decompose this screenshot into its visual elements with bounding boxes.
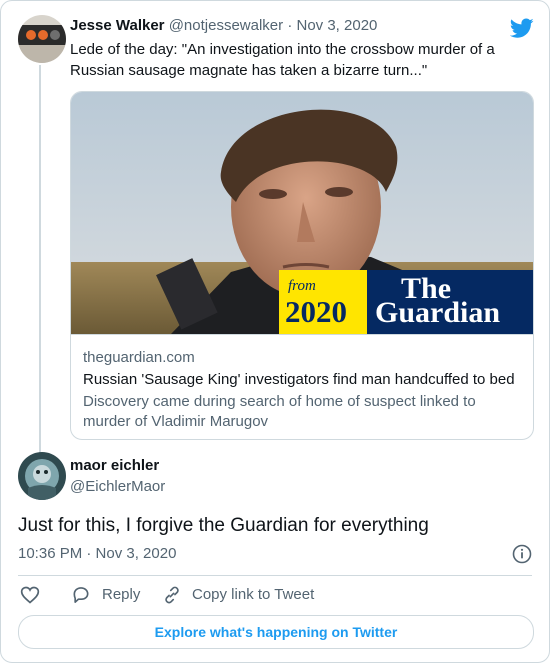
reply-timestamp[interactable]: 10:36 PM · Nov 3, 2020 <box>18 545 176 562</box>
link-title[interactable]: Russian 'Sausage King' investigators fin… <box>83 370 523 390</box>
tweet-date[interactable]: Nov 3, 2020 <box>296 17 377 34</box>
link-description: Discovery came during search of home of … <box>83 393 476 430</box>
avatar-jesse-walker[interactable] <box>18 15 66 63</box>
reply-icon <box>71 585 91 610</box>
link-icon <box>162 585 182 610</box>
tweet-header: Jesse Walker @notjessewalker · Nov 3, 20… <box>70 17 500 34</box>
link-preview-card[interactable]: from 2020 The Guardian theguardian.com R… <box>70 91 534 440</box>
info-icon[interactable] <box>512 544 532 569</box>
reply-text: Just for this, I forgive the Guardian fo… <box>18 515 429 536</box>
reply-author-handle[interactable]: @EichlerMaor <box>70 478 165 495</box>
explore-twitter-button[interactable]: Explore what's happening on Twitter <box>18 615 534 649</box>
tweet-text: Lede of the day: "An investigation into … <box>70 41 495 79</box>
reply-label: Reply <box>102 586 141 603</box>
badge-year-text: 2020 <box>285 294 347 329</box>
header-separator: · <box>287 17 293 34</box>
guardian-logo-name: Guardian <box>375 296 501 329</box>
author-handle[interactable]: @notjessewalker <box>169 17 283 34</box>
badge-from-text: from <box>288 278 316 294</box>
embedded-tweet-card: Jesse Walker @notjessewalker · Nov 3, 20… <box>0 0 550 663</box>
link-domain: theguardian.com <box>83 349 195 366</box>
reply-author-name[interactable]: maor eichler <box>70 457 159 474</box>
author-name[interactable]: Jesse Walker <box>70 17 165 34</box>
card-divider <box>71 334 533 335</box>
heart-icon[interactable] <box>20 585 40 610</box>
guardian-logo-block: The Guardian <box>367 270 533 334</box>
actions-divider <box>18 575 532 576</box>
link-meta: theguardian.com Russian 'Sausage King' i… <box>83 348 523 432</box>
avatar-maor-eichler[interactable] <box>18 452 66 500</box>
thread-connector-line <box>39 65 41 453</box>
copy-link-label: Copy link to Tweet <box>192 586 315 603</box>
guardian-badge-year-block: from 2020 <box>279 270 367 334</box>
article-image[interactable]: from 2020 The Guardian <box>71 92 533 334</box>
